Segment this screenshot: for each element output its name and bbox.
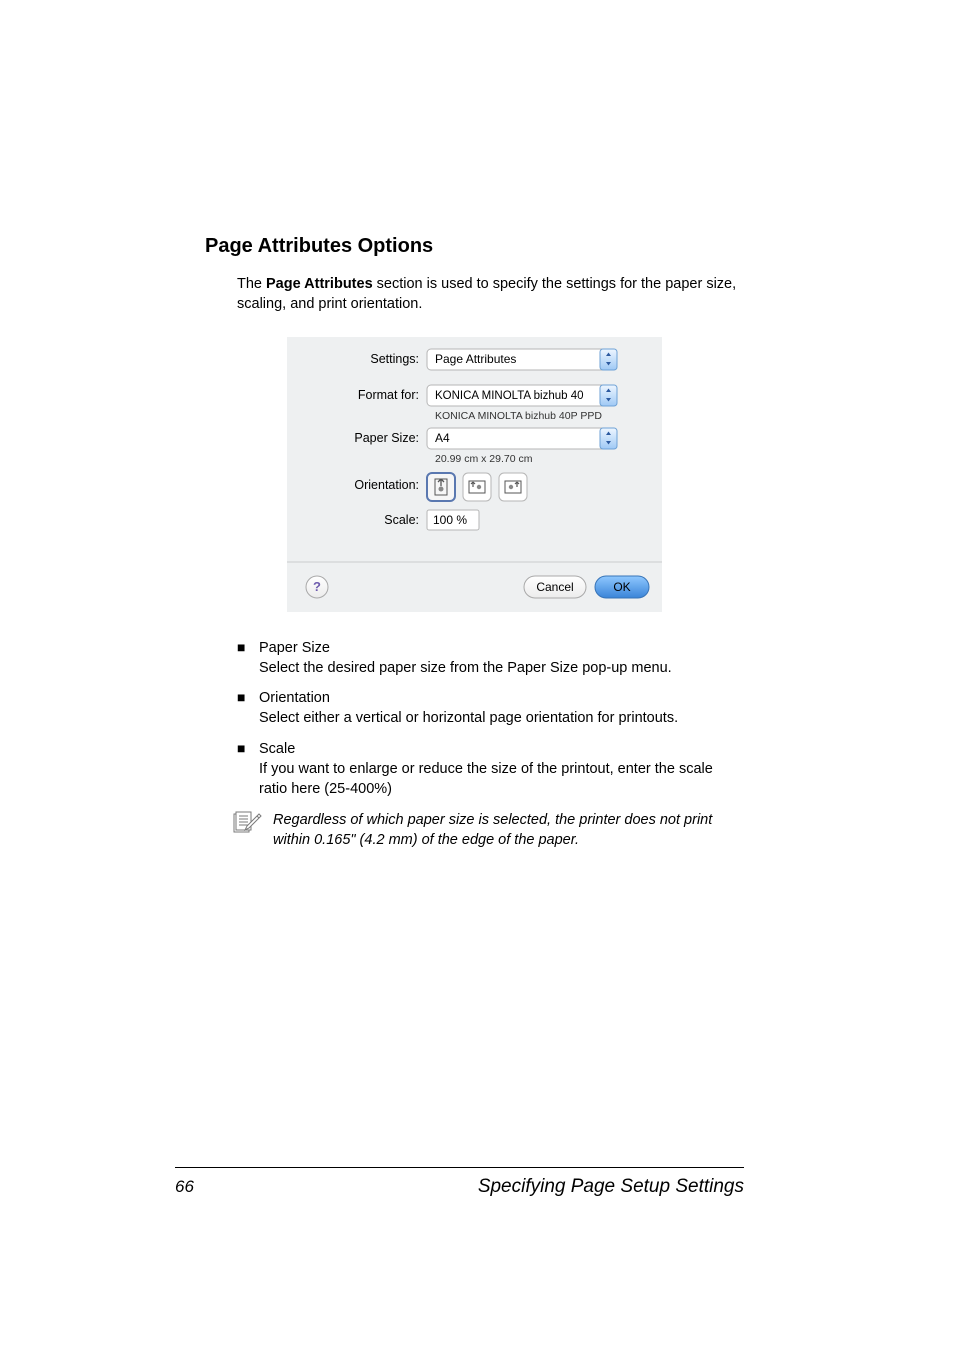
list-item: Orientation Select either a vertical or …: [237, 688, 744, 729]
item-title: Orientation: [259, 688, 744, 708]
page-setup-dialog: Settings: Page Attributes Format for: KO…: [287, 337, 662, 612]
intro-pre: The: [237, 276, 266, 292]
orientation-portrait-button[interactable]: [427, 473, 455, 501]
item-title: Scale: [259, 739, 744, 759]
svg-text:Cancel: Cancel: [536, 580, 573, 594]
papersize-sub: 20.99 cm x 29.70 cm: [435, 453, 533, 465]
orientation-landscape-left-button[interactable]: [463, 473, 491, 501]
svg-text:?: ?: [313, 579, 321, 594]
orientation-label: Orientation:: [354, 478, 419, 492]
note-icon: [233, 811, 263, 833]
footer: 66 Specifying Page Setup Settings: [175, 1167, 744, 1198]
formatfor-value: KONICA MINOLTA bizhub 40: [435, 390, 584, 402]
scale-value: 100 %: [433, 513, 467, 527]
note-text: Regardless of which paper size is select…: [273, 810, 744, 851]
cancel-button[interactable]: Cancel: [524, 576, 586, 598]
settings-label: Settings:: [370, 352, 419, 366]
papersize-label: Paper Size:: [354, 431, 419, 445]
footer-page-number: 66: [175, 1177, 194, 1197]
intro-text: The Page Attributes section is used to s…: [237, 274, 744, 315]
page-attributes-heading: Page Attributes Options: [205, 235, 744, 258]
list-item: Scale If you want to enlarge or reduce t…: [237, 739, 744, 800]
item-desc: Select either a vertical or horizontal p…: [259, 708, 744, 728]
formatfor-sub: KONICA MINOLTA bizhub 40P PPD: [435, 410, 602, 422]
footer-title: Specifying Page Setup Settings: [478, 1176, 744, 1198]
note: Regardless of which paper size is select…: [233, 810, 744, 851]
intro-bold: Page Attributes: [266, 276, 373, 292]
item-desc: If you want to enlarge or reduce the siz…: [259, 759, 744, 800]
papersize-value: A4: [435, 431, 450, 445]
item-desc: Select the desired paper size from the P…: [259, 658, 744, 678]
help-button[interactable]: ?: [306, 576, 328, 598]
options-list: Paper Size Select the desired paper size…: [237, 638, 744, 800]
scale-label: Scale:: [384, 513, 419, 527]
list-item: Paper Size Select the desired paper size…: [237, 638, 744, 679]
item-title: Paper Size: [259, 638, 744, 658]
papersize-dropdown[interactable]: [427, 428, 617, 449]
svg-text:OK: OK: [613, 580, 630, 594]
ok-button[interactable]: OK: [595, 576, 649, 598]
formatfor-label: Format for:: [358, 388, 419, 402]
settings-value: Page Attributes: [435, 352, 516, 366]
orientation-landscape-right-button[interactable]: [499, 473, 527, 501]
